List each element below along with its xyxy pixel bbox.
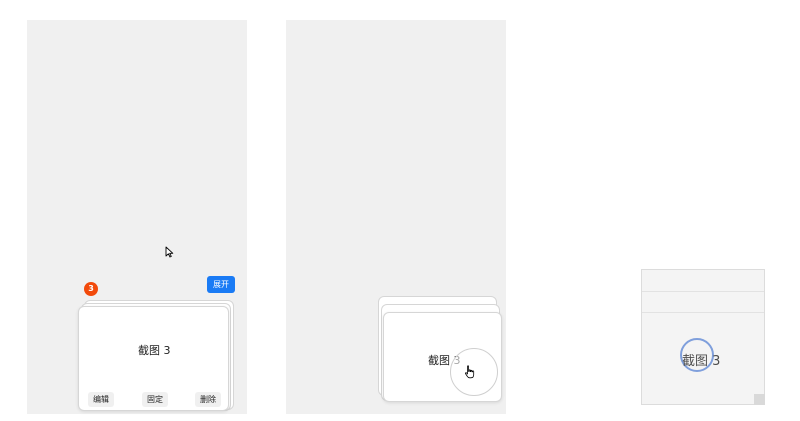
expand-button[interactable]: 展开 xyxy=(207,276,235,293)
divider xyxy=(642,291,764,292)
hand-pointer-icon xyxy=(465,365,475,379)
frame-2-panel: 截图 3 xyxy=(286,20,506,414)
screenshot-card[interactable]: 截图 3 编辑 固定 删除 xyxy=(78,306,229,411)
count-badge: 3 xyxy=(84,282,98,296)
divider xyxy=(642,312,764,313)
animation-frames: 3 展开 截图 3 编辑 固定 删除 截图 3 截图 3 xyxy=(0,0,800,421)
arrow-cursor-icon xyxy=(165,246,174,258)
frame-3-card: 截图 3 xyxy=(641,269,765,405)
card-title: 截图 3 xyxy=(138,344,171,357)
card-title: 截图 3 xyxy=(682,354,721,369)
screenshot-card[interactable]: 截图 3 xyxy=(383,312,502,402)
corner-mark xyxy=(754,394,765,405)
frame-1-panel: 3 展开 截图 3 编辑 固定 删除 xyxy=(27,20,247,414)
delete-button[interactable]: 删除 xyxy=(195,392,221,407)
pin-button[interactable]: 固定 xyxy=(142,392,168,407)
edit-button[interactable]: 编辑 xyxy=(88,392,114,407)
